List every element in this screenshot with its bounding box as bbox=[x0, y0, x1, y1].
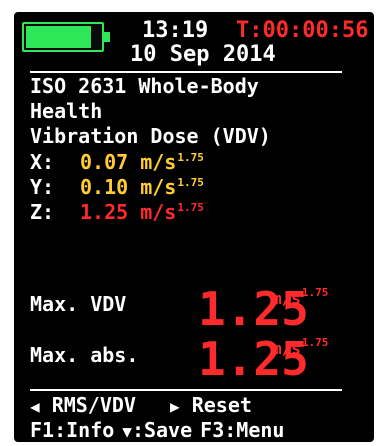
axis-y-unit-exponent: 1.75 bbox=[177, 176, 204, 189]
axis-z-value: 1.25 bbox=[80, 200, 129, 224]
axis-x-unit: m/s bbox=[140, 150, 177, 174]
max-abs-unit-exponent: 1.75 bbox=[301, 336, 329, 349]
f1-info-softkey[interactable]: F1:Info bbox=[30, 418, 114, 442]
date-display: 10 Sep 2014 bbox=[130, 42, 276, 67]
max-vdv-unit: m/s1.75 bbox=[272, 286, 329, 308]
axis-y-label: Y: bbox=[30, 175, 55, 199]
battery-icon bbox=[22, 22, 110, 52]
axis-x-unit-exponent: 1.75 bbox=[177, 151, 204, 164]
battery-fill bbox=[26, 26, 91, 48]
battery-tip bbox=[104, 32, 110, 42]
triangle-right-icon: ▶ bbox=[170, 397, 180, 416]
measurement-title-line2: Health bbox=[30, 99, 103, 123]
max-abs-label: Max. abs. bbox=[30, 343, 139, 367]
softkey-row-2: F1:Info ▼:Save F3:Menu bbox=[30, 418, 284, 442]
axis-z-label: Z: bbox=[30, 200, 55, 224]
reset-label: Reset bbox=[191, 393, 252, 417]
rms-vdv-label: RMS/VDV bbox=[51, 393, 136, 417]
max-abs-unit-base: m/s bbox=[272, 339, 301, 358]
triangle-down-icon: ▼ bbox=[122, 422, 132, 441]
max-vdv-label: Max. VDV bbox=[30, 292, 127, 316]
axis-x-value: 0.07 bbox=[80, 150, 129, 174]
clock-time: 13:19 bbox=[142, 18, 209, 43]
header-divider bbox=[30, 71, 342, 73]
device-frame: 13:19 T:00:00:56 10 Sep 2014 ISO 2631 Wh… bbox=[0, 0, 389, 446]
reset-softkey[interactable]: ▶ Reset bbox=[170, 393, 252, 417]
softkey-row-1: ◀ RMS/VDV ▶ Reset bbox=[30, 393, 252, 417]
max-vdv-unit-exponent: 1.75 bbox=[301, 286, 329, 299]
max-vdv-unit-base: m/s bbox=[272, 289, 301, 308]
axis-z-reading: 1.25 m/s1.75 bbox=[80, 200, 204, 224]
axis-x-reading: 0.07 m/s1.75 bbox=[80, 150, 204, 174]
measurement-title-line3: Vibration Dose (VDV) bbox=[30, 124, 271, 148]
measurement-title-line1: ISO 2631 Whole-Body bbox=[30, 74, 259, 98]
max-abs-unit: m/s1.75 bbox=[272, 336, 329, 358]
triangle-left-icon: ◀ bbox=[30, 397, 40, 416]
axis-z-unit: m/s bbox=[140, 200, 177, 224]
axis-z-unit-exponent: 1.75 bbox=[177, 201, 204, 214]
axis-y-value: 0.10 bbox=[80, 175, 129, 199]
save-softkey[interactable]: ▼:Save bbox=[122, 418, 192, 442]
f3-menu-softkey[interactable]: F3:Menu bbox=[200, 418, 284, 442]
footer-divider bbox=[30, 389, 342, 391]
rms-vdv-softkey[interactable]: ◀ RMS/VDV bbox=[30, 393, 136, 417]
axis-y-reading: 0.10 m/s1.75 bbox=[80, 175, 204, 199]
elapsed-timer: T:00:00:56 bbox=[236, 18, 369, 43]
axis-y-unit: m/s bbox=[140, 175, 177, 199]
save-label: :Save bbox=[131, 418, 193, 442]
axis-x-label: X: bbox=[30, 150, 55, 174]
